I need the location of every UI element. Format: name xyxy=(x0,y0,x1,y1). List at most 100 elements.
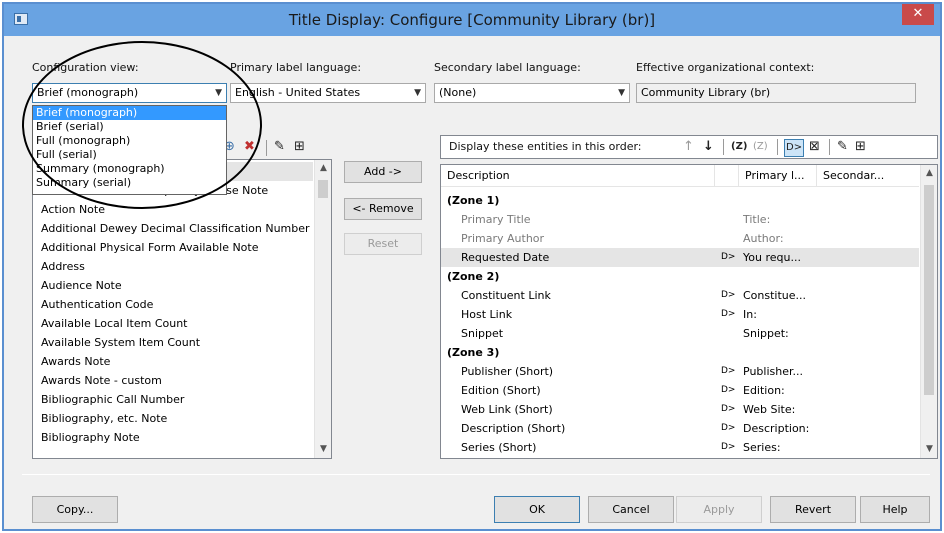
zone-disabled-icon[interactable]: (Z) xyxy=(753,139,768,155)
list-item[interactable]: Additional Physical Form Available Note xyxy=(33,238,313,257)
footer-divider xyxy=(22,474,930,475)
list-item[interactable]: Audience Note xyxy=(33,276,313,295)
display-label-icon: D> xyxy=(721,442,736,452)
edit-icon[interactable]: ✎ xyxy=(274,139,285,155)
remove-button[interactable]: <- Remove xyxy=(344,198,422,220)
table-row[interactable]: Constituent Link D> Constitue... xyxy=(441,286,919,305)
list-item[interactable]: Action Note xyxy=(33,200,313,219)
column-header-primary[interactable]: Primary l... xyxy=(739,165,817,187)
config-option[interactable]: Summary (monograph) xyxy=(33,162,226,176)
table-row[interactable]: Primary Author Author: xyxy=(441,229,919,248)
column-header-description[interactable]: Description xyxy=(441,165,715,187)
help-button[interactable]: Help xyxy=(860,496,930,523)
ok-button[interactable]: OK xyxy=(494,496,580,523)
move-up-icon[interactable]: ↑ xyxy=(683,139,694,155)
apply-button[interactable]: Apply xyxy=(676,496,762,523)
display-label-icon: D> xyxy=(721,366,736,376)
display-entities-list[interactable]: Description Primary l... Secondar... (Zo… xyxy=(440,164,938,459)
entity-description: Series (Short) xyxy=(461,441,537,454)
copy-button[interactable]: Copy... xyxy=(32,496,118,523)
zone-header-row[interactable]: (Zone 1) xyxy=(441,191,919,210)
entity-description: Snippet xyxy=(461,327,504,340)
display-label-icon[interactable]: D> xyxy=(784,139,805,157)
list-item[interactable]: Available System Item Count xyxy=(33,333,313,352)
entity-order-toolbar: Display these entities in this order: ↑ … xyxy=(440,135,938,159)
toolbar-separator xyxy=(777,139,778,155)
cancel-button[interactable]: Cancel xyxy=(588,496,674,523)
org-context-value: Community Library (br) xyxy=(641,86,771,99)
chevron-down-icon: ▼ xyxy=(215,88,222,98)
display-label-icon: D> xyxy=(721,309,736,319)
table-row[interactable]: Snippet Snippet: xyxy=(441,324,919,343)
available-entities-list[interactable]: Abstract NoteAccumulation and Frequency … xyxy=(32,159,332,459)
right-list-scrollbar[interactable]: ▲ ▼ xyxy=(920,165,937,458)
hide-label-icon[interactable]: ⊠ xyxy=(809,139,820,155)
scroll-down-icon[interactable]: ▼ xyxy=(315,441,331,458)
scroll-thumb[interactable] xyxy=(318,180,328,198)
secondary-language-value: (None) xyxy=(439,86,477,99)
column-header-row: Description Primary l... Secondar... xyxy=(441,165,921,187)
properties-icon[interactable]: ⊞ xyxy=(855,139,866,155)
list-item[interactable]: Awards Note - custom xyxy=(33,371,313,390)
column-header-icon[interactable] xyxy=(715,165,739,187)
config-option[interactable]: Full (serial) xyxy=(33,148,226,162)
list-item[interactable]: Bibliography Note xyxy=(33,428,313,447)
column-header-secondary[interactable]: Secondar... xyxy=(817,165,921,187)
table-row[interactable]: Series (Short) D> Series: xyxy=(441,438,919,457)
scroll-up-icon[interactable]: ▲ xyxy=(921,165,937,182)
table-row[interactable]: Requested Date D> You requ... xyxy=(441,248,919,267)
config-view-label: Configuration view: xyxy=(32,61,139,74)
entity-description: Requested Date xyxy=(461,251,550,264)
scroll-down-icon[interactable]: ▼ xyxy=(921,441,937,458)
title-bar[interactable]: Title Display: Configure [Community Libr… xyxy=(4,4,940,36)
table-row[interactable]: Web Link (Short) D> Web Site: xyxy=(441,400,919,419)
list-item[interactable]: Authentication Code xyxy=(33,295,313,314)
zone-header-row[interactable]: (Zone 3) xyxy=(441,343,919,362)
zone-icon[interactable]: (Z) xyxy=(731,139,747,155)
move-down-icon[interactable]: ↓ xyxy=(703,139,714,155)
entity-primary-label: Series: xyxy=(743,441,781,454)
org-context-label: Effective organizational context: xyxy=(636,61,815,74)
list-item[interactable]: Available Local Item Count xyxy=(33,314,313,333)
reset-button[interactable]: Reset xyxy=(344,233,422,255)
list-item[interactable]: Awards Note xyxy=(33,352,313,371)
display-label-icon: D> xyxy=(721,252,736,262)
secondary-language-select[interactable]: (None) ▼ xyxy=(434,83,630,103)
config-option[interactable]: Brief (monograph) xyxy=(33,106,226,120)
chevron-down-icon: ▼ xyxy=(414,88,421,98)
config-option[interactable]: Full (monograph) xyxy=(33,134,226,148)
table-row[interactable]: Edition (Short) D> Edition: xyxy=(441,381,919,400)
list-item[interactable]: Bibliography, etc. Note xyxy=(33,409,313,428)
display-label-icon: D> xyxy=(721,290,736,300)
entity-primary-label: In: xyxy=(743,308,757,321)
display-label-icon: D> xyxy=(721,385,736,395)
table-row[interactable]: Primary Title Title: xyxy=(441,210,919,229)
display-label-icon: D> xyxy=(721,423,736,433)
add-button[interactable]: Add -> xyxy=(344,161,422,183)
toolbar-separator xyxy=(266,140,267,156)
entity-description: Primary Title xyxy=(461,213,531,226)
scroll-up-icon[interactable]: ▲ xyxy=(315,160,331,177)
revert-button[interactable]: Revert xyxy=(770,496,856,523)
left-list-scrollbar[interactable]: ▲ ▼ xyxy=(314,160,331,458)
config-option[interactable]: Summary (serial) xyxy=(33,176,226,190)
properties-icon[interactable]: ⊞ xyxy=(294,139,305,155)
table-row[interactable]: Description (Short) D> Description: xyxy=(441,419,919,438)
table-row[interactable]: Host Link D> In: xyxy=(441,305,919,324)
config-view-value: Brief (monograph) xyxy=(37,86,139,99)
primary-language-select[interactable]: English - United States ▼ xyxy=(230,83,426,103)
entity-description: Publisher (Short) xyxy=(461,365,554,378)
table-row[interactable]: Publisher (Short) D> Publisher... xyxy=(441,362,919,381)
list-item[interactable]: Additional Dewey Decimal Classification … xyxy=(33,219,313,238)
edit-icon[interactable]: ✎ xyxy=(837,139,848,155)
list-item[interactable]: Address xyxy=(33,257,313,276)
config-view-dropdown[interactable]: Brief (monograph) Brief (serial) Full (mon… xyxy=(32,105,227,195)
zone-header-row[interactable]: (Zone 2) xyxy=(441,267,919,286)
primary-language-value: English - United States xyxy=(235,86,361,99)
delete-icon[interactable]: ✖ xyxy=(244,139,255,155)
list-item[interactable]: Bibliographic Call Number xyxy=(33,390,313,409)
scroll-thumb[interactable] xyxy=(924,185,934,395)
close-button[interactable]: ✕ xyxy=(902,4,934,25)
config-option[interactable]: Brief (serial) xyxy=(33,120,226,134)
config-view-select[interactable]: Brief (monograph) ▼ xyxy=(32,83,227,103)
